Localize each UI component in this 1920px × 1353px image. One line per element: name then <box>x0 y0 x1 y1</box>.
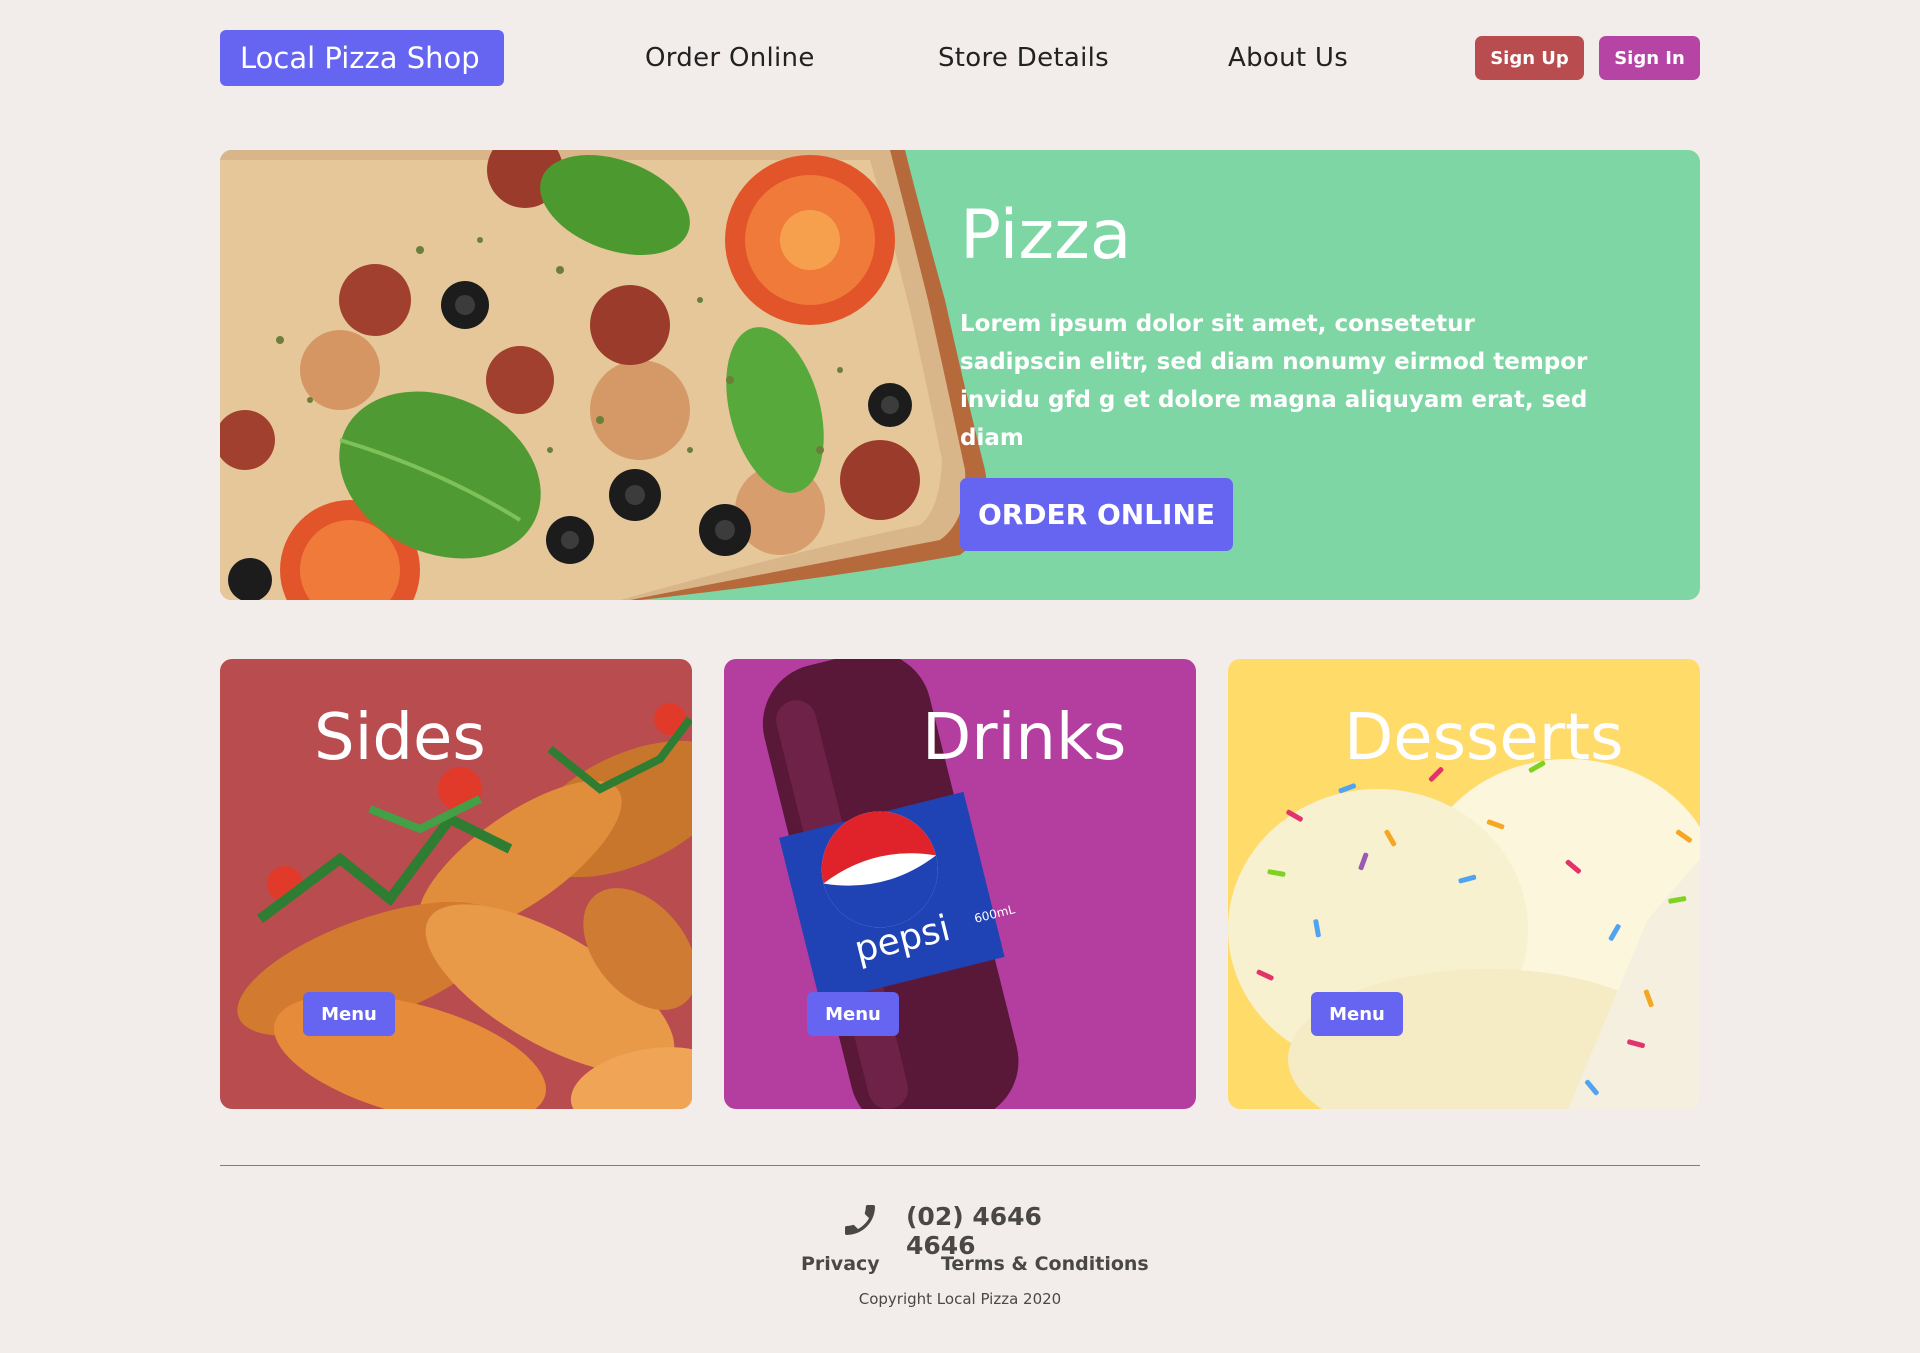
card-title-desserts: Desserts <box>1344 701 1624 775</box>
pizza-slice-image <box>220 150 988 600</box>
site-header: Local Pizza Shop Order Online Store Deta… <box>220 30 1700 86</box>
hero-title: Pizza <box>960 196 1132 275</box>
copyright-text: Copyright Local Pizza 2020 <box>858 1290 1062 1308</box>
nav-store-details[interactable]: Store Details <box>938 30 1109 86</box>
card-drinks[interactable]: pepsi 600mL Drinks Menu <box>724 659 1196 1109</box>
sign-in-button[interactable]: Sign In <box>1599 36 1700 80</box>
hero-banner: Pizza Lorem ipsum dolor sit amet, conset… <box>220 150 1700 600</box>
desserts-menu-button[interactable]: Menu <box>1311 992 1403 1036</box>
footer-divider <box>220 1165 1700 1166</box>
privacy-link[interactable]: Privacy <box>801 1253 880 1275</box>
phone-icon <box>845 1205 875 1235</box>
phone-number[interactable]: (02) 4646 4646 <box>906 1202 1100 1260</box>
card-sides[interactable]: Sides Menu <box>220 659 692 1109</box>
terms-link[interactable]: Terms & Conditions <box>941 1253 1149 1275</box>
logo-button[interactable]: Local Pizza Shop <box>220 30 504 86</box>
sign-up-button[interactable]: Sign Up <box>1475 36 1584 80</box>
order-online-button[interactable]: ORDER ONLINE <box>960 478 1233 551</box>
drinks-menu-button[interactable]: Menu <box>807 992 899 1036</box>
sides-menu-button[interactable]: Menu <box>303 992 395 1036</box>
nav-about-us[interactable]: About Us <box>1228 30 1348 86</box>
card-title-drinks: Drinks <box>922 701 1127 775</box>
card-desserts[interactable]: Desserts Menu <box>1228 659 1700 1109</box>
card-title-sides: Sides <box>314 701 486 775</box>
hero-description: Lorem ipsum dolor sit amet, consetetur s… <box>960 311 1588 451</box>
nav-order-online[interactable]: Order Online <box>645 30 815 86</box>
phone-contact: (02) 4646 4646 <box>840 1196 1100 1260</box>
